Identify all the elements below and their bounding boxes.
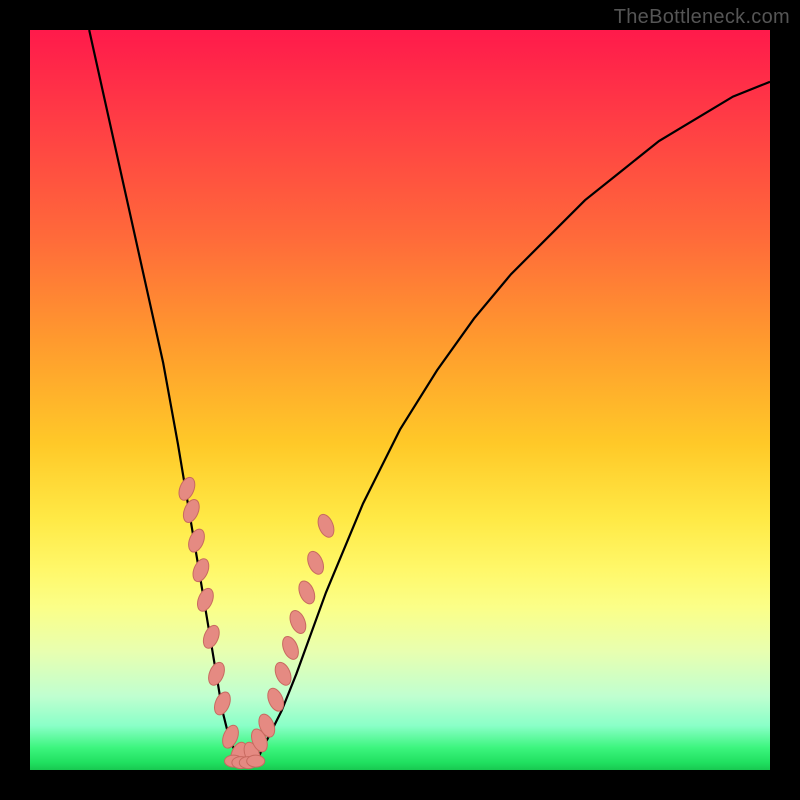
- bead: [305, 549, 327, 576]
- chart-overlay: [30, 30, 770, 770]
- bead: [190, 556, 212, 583]
- bead: [265, 686, 287, 713]
- bead: [200, 623, 222, 650]
- watermark-text: TheBottleneck.com: [614, 6, 790, 29]
- bead: [280, 634, 302, 661]
- bead: [247, 755, 265, 767]
- bead: [206, 660, 228, 687]
- bead: [296, 579, 318, 606]
- bead: [211, 690, 233, 717]
- bottleneck-curve: [89, 30, 770, 763]
- bead: [180, 497, 202, 524]
- bead: [186, 527, 208, 554]
- bead: [176, 475, 198, 502]
- beads-group: [176, 475, 337, 769]
- bead: [194, 586, 216, 613]
- bead: [272, 660, 294, 687]
- bead: [315, 512, 337, 539]
- bead: [287, 608, 309, 635]
